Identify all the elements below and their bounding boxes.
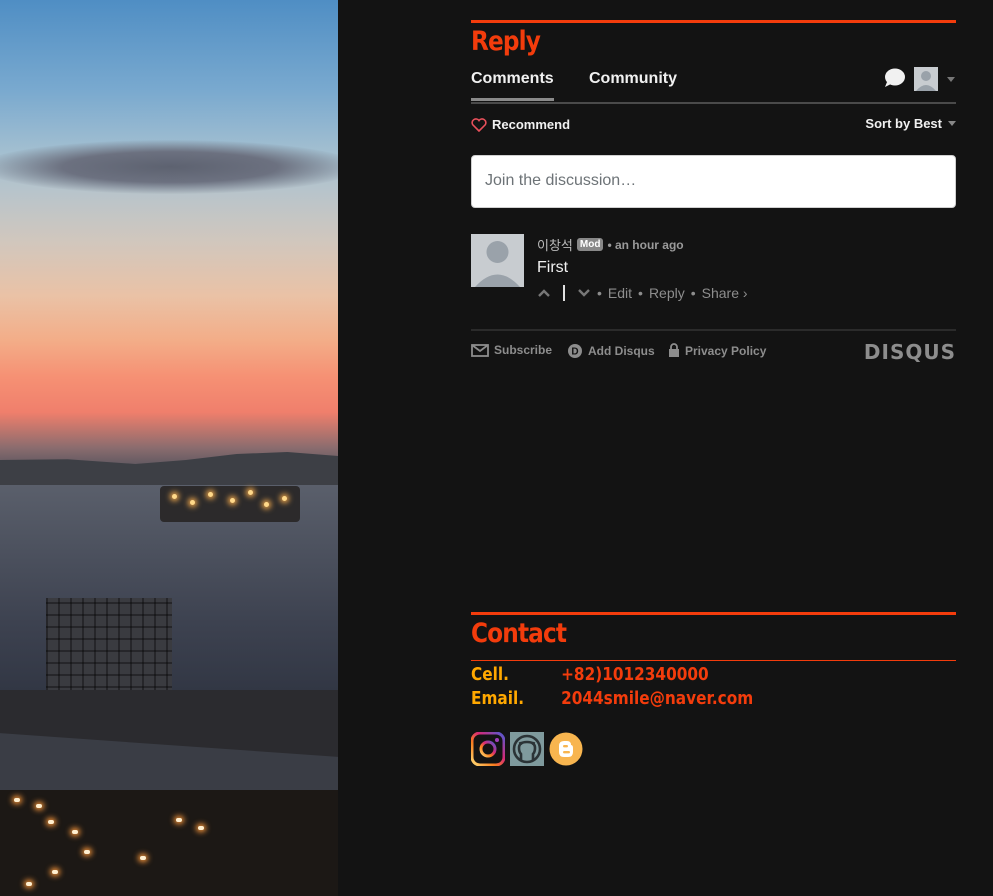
- chevron-down-icon: [948, 121, 956, 126]
- contact-rule: [471, 612, 956, 615]
- vote-divider: [563, 285, 565, 301]
- add-disqus-link[interactable]: D Add Disqus: [567, 343, 655, 359]
- cell-value: +82)1012340000: [561, 664, 709, 685]
- photo-hills: [0, 452, 338, 488]
- user-menu-caret-icon[interactable]: [947, 77, 955, 82]
- instagram-icon[interactable]: [471, 732, 505, 766]
- user-avatar-icon[interactable]: [914, 67, 938, 91]
- chat-bubble-icon[interactable]: [884, 68, 906, 88]
- email-label: Email.: [471, 688, 525, 709]
- disqus-footer: Subscribe D Add Disqus Privacy Policy DI…: [471, 329, 956, 367]
- photo-road: [0, 790, 338, 896]
- disqus-d-icon: D: [568, 344, 582, 358]
- cell-label: Cell.: [471, 664, 509, 685]
- reply-link[interactable]: Reply: [649, 285, 685, 301]
- join-discussion-input[interactable]: Join the discussion…: [471, 155, 956, 208]
- upvote-button[interactable]: [537, 288, 551, 298]
- commenter-avatar[interactable]: [471, 234, 524, 287]
- contact-cell-row: Cell. +82)1012340000: [471, 664, 709, 685]
- add-disqus-label: Add Disqus: [588, 344, 655, 358]
- blogger-icon[interactable]: [549, 732, 583, 766]
- recommend-label: Recommend: [492, 117, 571, 132]
- comment-actions: • Edit • Reply • Share ›: [537, 285, 748, 301]
- share-link[interactable]: Share ›: [702, 285, 748, 301]
- chevron-up-icon: [538, 289, 550, 297]
- downvote-button[interactable]: [577, 288, 591, 298]
- mod-badge: Mod: [576, 238, 604, 251]
- privacy-label: Privacy Policy: [685, 343, 767, 358]
- tab-community[interactable]: Community: [589, 70, 677, 88]
- tab-comments[interactable]: Comments: [471, 70, 554, 101]
- comment-time[interactable]: • an hour ago: [607, 238, 683, 252]
- contact-title: Contact: [471, 618, 567, 649]
- hero-photo: [0, 0, 338, 896]
- action-separator: •: [690, 285, 696, 301]
- heart-icon: [471, 117, 487, 132]
- action-separator: •: [597, 285, 602, 301]
- sort-dropdown[interactable]: Sort by Best: [865, 116, 956, 131]
- recommend-button[interactable]: Recommend: [471, 117, 570, 132]
- svg-text:D: D: [571, 347, 578, 358]
- comment-author[interactable]: 이창석: [537, 235, 573, 254]
- disqus-tabs: Comments Community: [471, 66, 956, 104]
- disqus-logo[interactable]: DISQUS: [864, 340, 956, 364]
- contact-email-row: Email. 2044smile@naver.com: [471, 688, 753, 709]
- github-icon[interactable]: [510, 732, 544, 766]
- sort-label: Sort by Best: [865, 116, 942, 131]
- photo-cloud: [0, 140, 338, 194]
- chevron-down-icon: [578, 289, 590, 297]
- lock-icon: [669, 343, 679, 357]
- privacy-policy-link[interactable]: Privacy Policy: [668, 343, 766, 358]
- action-separator: •: [638, 285, 643, 301]
- envelope-icon: [471, 343, 489, 357]
- comment-meta: 이창석 Mod • an hour ago: [537, 235, 684, 254]
- subscribe-link[interactable]: Subscribe: [471, 343, 552, 357]
- comment-body: First: [537, 259, 569, 276]
- photo-ship: [160, 486, 300, 522]
- subscribe-label: Subscribe: [494, 343, 553, 357]
- edit-link[interactable]: Edit: [608, 285, 632, 301]
- reply-rule: [471, 20, 956, 23]
- reply-title: Reply: [471, 26, 541, 57]
- email-value[interactable]: 2044smile@naver.com: [561, 688, 753, 709]
- contact-divider: [471, 660, 956, 661]
